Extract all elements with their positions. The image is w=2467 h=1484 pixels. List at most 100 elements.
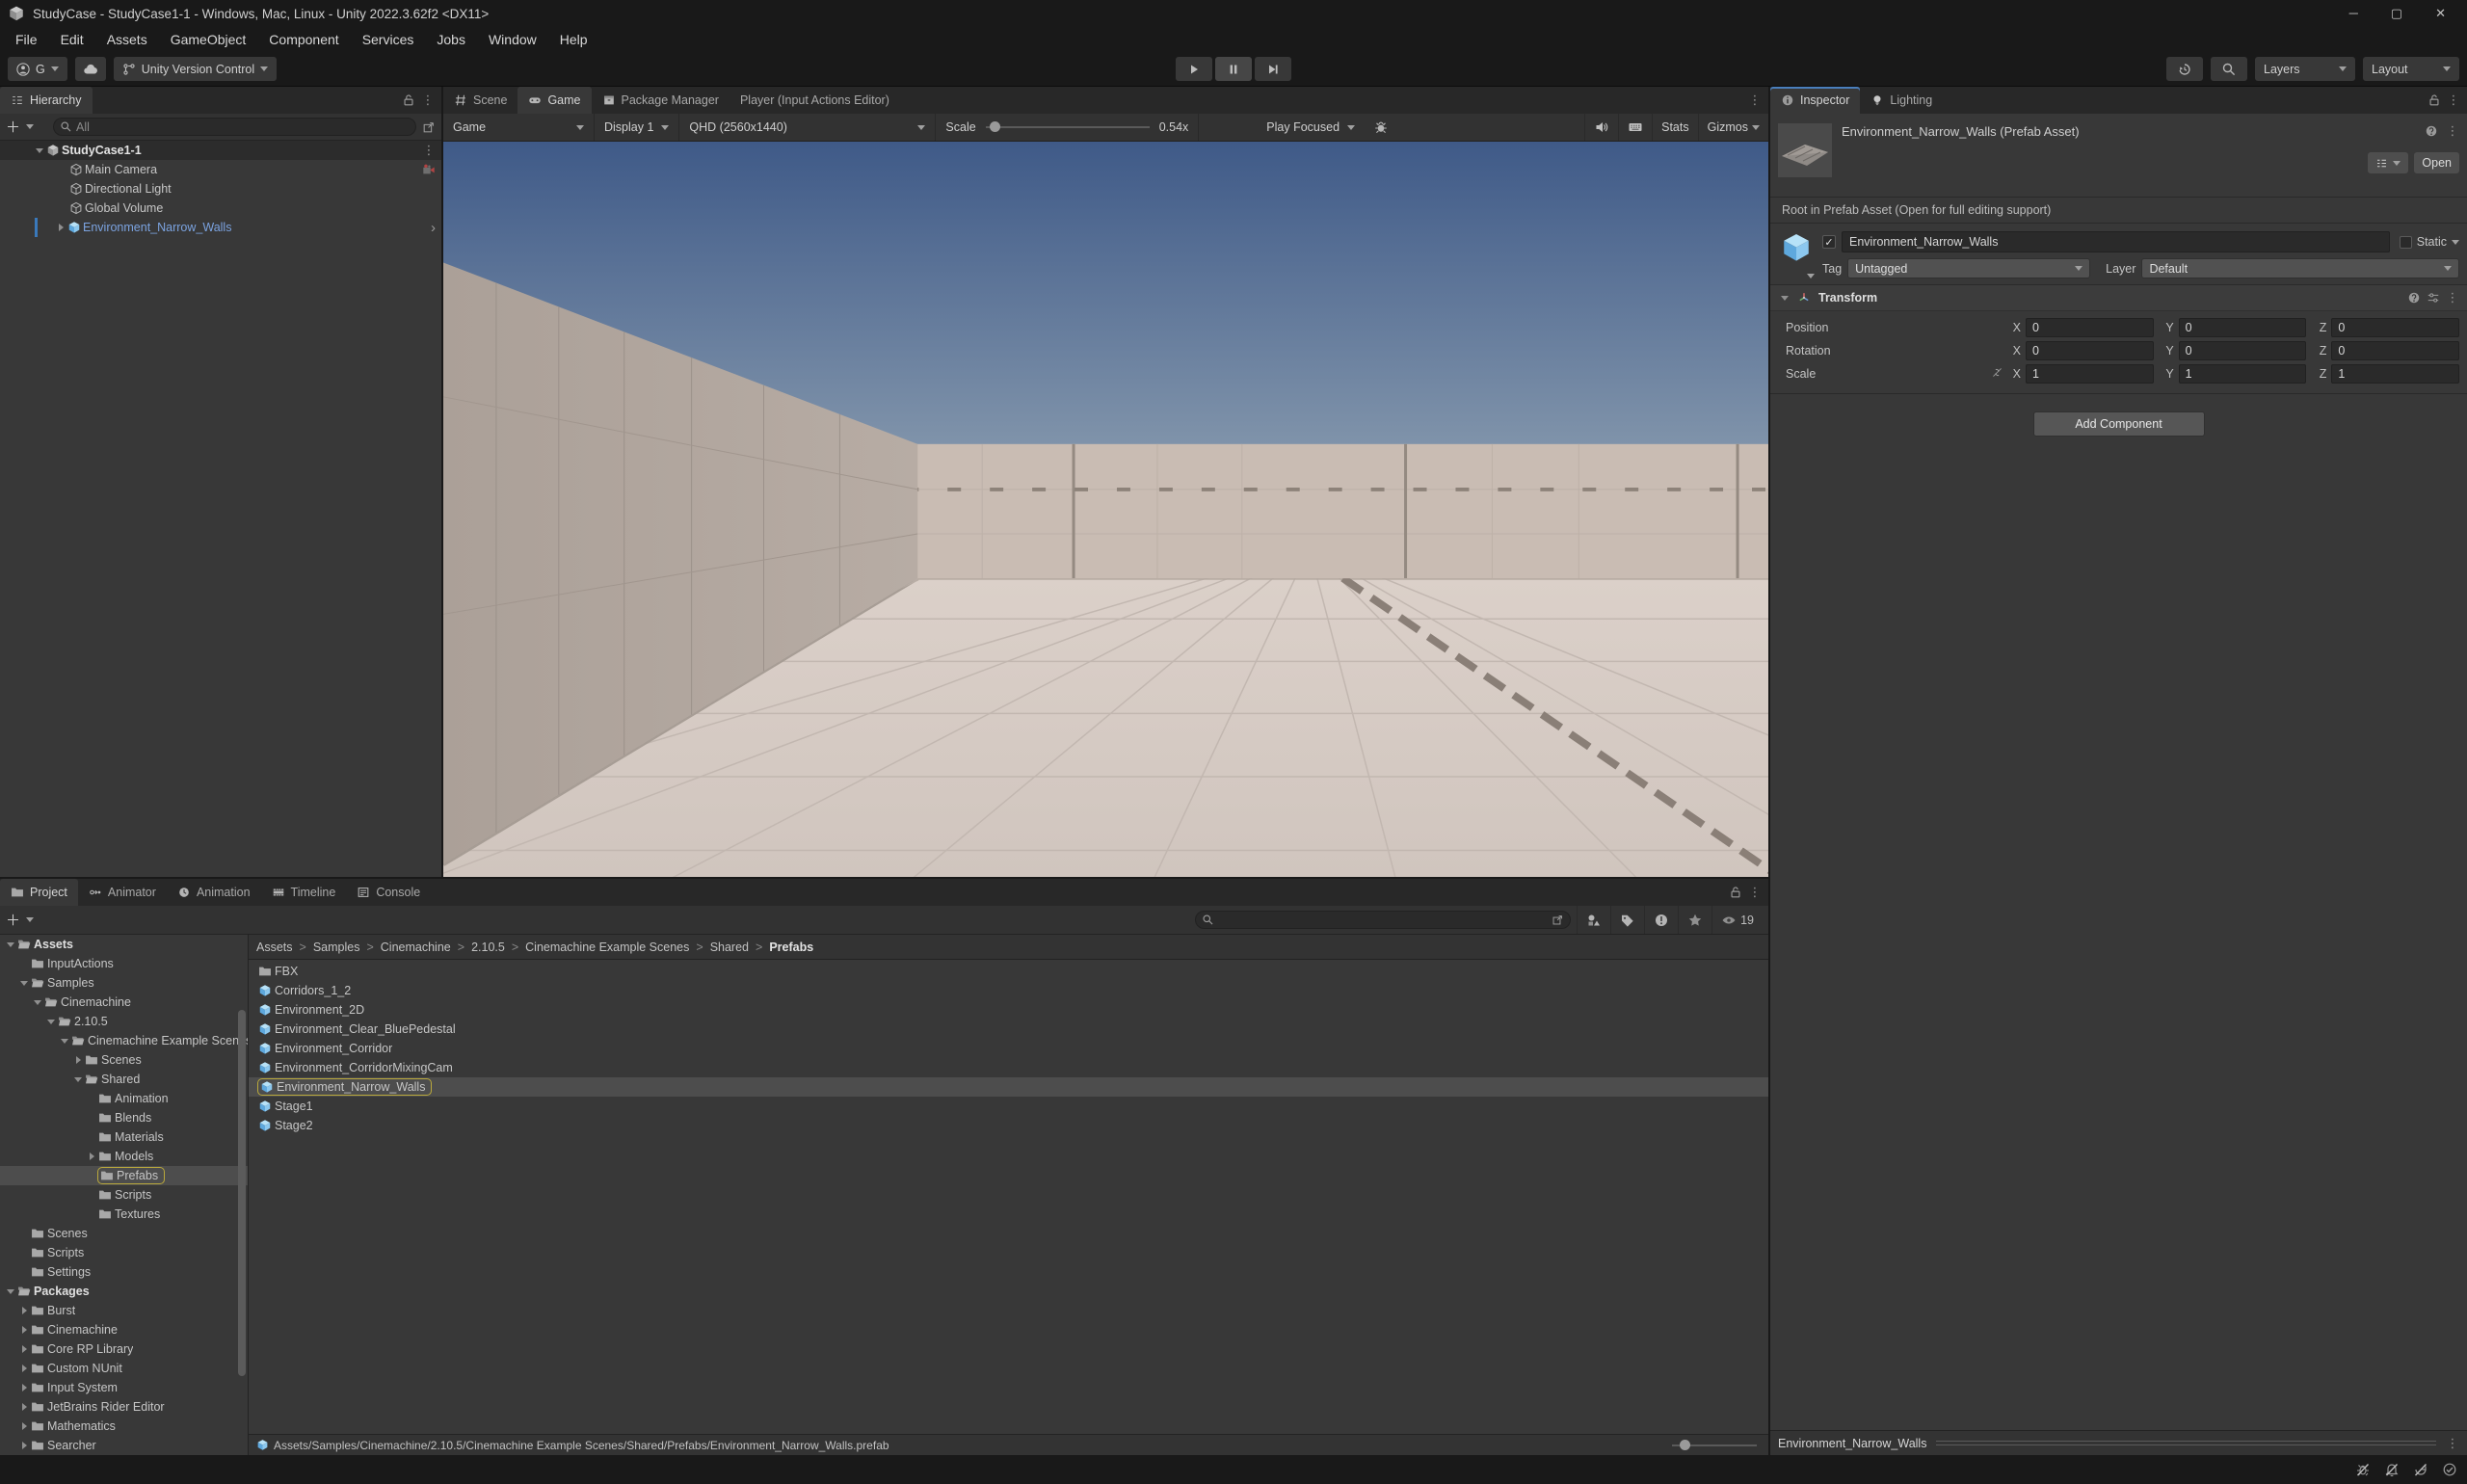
gizmos-dropdown[interactable]: Gizmos xyxy=(1698,114,1768,141)
property-label[interactable]: Rotation xyxy=(1778,344,2009,358)
open-prefab-button[interactable]: Open xyxy=(2414,152,2459,173)
status-bug-slash-icon[interactable] xyxy=(2355,1462,2371,1477)
breadcrumb-item-samples[interactable]: Samples xyxy=(313,941,360,954)
hierarchy-item-environment-narrow-walls[interactable]: Environment_Narrow_Walls› xyxy=(0,218,441,237)
game-tab-scene[interactable]: Scene xyxy=(443,87,517,114)
project-tree-item-cinemachine[interactable]: Cinemachine xyxy=(0,993,248,1012)
foldout-arrow[interactable] xyxy=(4,1285,17,1298)
breadcrumb-item-2-10-5[interactable]: 2.10.5 xyxy=(471,941,505,954)
panel-menu-icon[interactable]: ⋮ xyxy=(1748,93,1762,108)
create-asset-button[interactable]: ＋ xyxy=(6,910,20,930)
tag-dropdown[interactable]: Untagged xyxy=(1847,258,2090,278)
foldout-arrow[interactable] xyxy=(58,1034,71,1047)
project-tree-item-assets[interactable]: Assets xyxy=(0,935,248,954)
position-x-field[interactable]: 0 xyxy=(2026,318,2154,337)
maximize-button[interactable]: ▢ xyxy=(2391,6,2402,21)
breadcrumb-item-cinemachine-example-scenes[interactable]: Cinemachine Example Scenes xyxy=(525,941,689,954)
presets-icon[interactable] xyxy=(2427,291,2440,305)
popout-search-icon[interactable] xyxy=(1552,914,1564,926)
breadcrumb-item-cinemachine[interactable]: Cinemachine xyxy=(381,941,451,954)
scale-slider-track[interactable] xyxy=(986,126,1150,128)
project-tree-item-searcher[interactable]: Searcher xyxy=(0,1436,248,1455)
game-tab-game[interactable]: Game xyxy=(517,87,591,114)
thumbnail-size-knob[interactable] xyxy=(1680,1440,1690,1450)
property-label[interactable]: Position xyxy=(1778,321,2009,334)
layers-dropdown[interactable]: Layers xyxy=(2255,57,2355,81)
search-by-label-button[interactable] xyxy=(1610,906,1644,934)
close-button[interactable]: ✕ xyxy=(2435,6,2446,21)
rotation-x-field[interactable]: 0 xyxy=(2026,341,2154,360)
project-tree-item-animation[interactable]: Animation xyxy=(0,1089,248,1108)
project-tab-project[interactable]: Project xyxy=(0,879,78,906)
scale-z-field[interactable]: 1 xyxy=(2331,364,2459,384)
project-tree-item-samples[interactable]: Samples xyxy=(0,973,248,993)
status-refresh-slash-icon[interactable] xyxy=(2413,1462,2428,1477)
help-icon[interactable] xyxy=(2407,291,2421,305)
asset-item-stage1[interactable]: Stage1 xyxy=(249,1097,1768,1116)
foldout-arrow[interactable] xyxy=(71,1073,85,1086)
lock-icon[interactable] xyxy=(1729,886,1742,899)
thumbnail-size-slider[interactable] xyxy=(1672,1444,1757,1446)
open-prefab-chevron-icon[interactable]: › xyxy=(431,221,436,235)
foldout-arrow[interactable] xyxy=(85,1150,98,1163)
component-menu-icon[interactable]: ⋮ xyxy=(2446,290,2459,305)
game-tab-player-input-actions-editor[interactable]: Player (Input Actions Editor) xyxy=(729,87,900,114)
project-tab-animation[interactable]: Animation xyxy=(167,879,261,906)
layer-dropdown[interactable]: Default xyxy=(2141,258,2459,278)
project-tree-item-scenes[interactable]: Scenes xyxy=(0,1050,248,1070)
mute-audio-button[interactable] xyxy=(1584,114,1618,141)
asset-item-environment-corridormixingcam[interactable]: Environment_CorridorMixingCam xyxy=(249,1058,1768,1077)
project-tree-item-scenes[interactable]: Scenes xyxy=(0,1224,248,1243)
foldout-arrow[interactable] xyxy=(17,1323,31,1337)
status-check-circle-icon[interactable] xyxy=(2442,1462,2457,1477)
asset-item-stage2[interactable]: Stage2 xyxy=(249,1116,1768,1135)
breadcrumb-item-shared[interactable]: Shared xyxy=(710,941,749,954)
scale-slider[interactable]: Scale 0.54x xyxy=(936,114,1198,141)
visibility-toggle[interactable]: 19 xyxy=(1711,906,1763,934)
menu-edit[interactable]: Edit xyxy=(49,27,95,52)
project-tree-item-models[interactable]: Models xyxy=(0,1147,248,1166)
hierarchy-item-main-camera[interactable]: Main Camera xyxy=(0,160,441,179)
foldout-arrow[interactable] xyxy=(4,938,17,951)
inspector-tab-lighting[interactable]: Lighting xyxy=(1860,87,1943,114)
account-dropdown[interactable]: G xyxy=(8,57,67,81)
gameobject-name-field[interactable]: Environment_Narrow_Walls xyxy=(1842,231,2390,252)
stats-button[interactable]: Stats xyxy=(1652,114,1698,141)
asset-item-environment-narrow-walls[interactable]: Environment_Narrow_Walls xyxy=(249,1077,1768,1097)
search-button[interactable] xyxy=(2211,57,2247,81)
project-tree-item-custom-nunit[interactable]: Custom NUnit xyxy=(0,1359,248,1378)
menu-assets[interactable]: Assets xyxy=(95,27,159,52)
popout-search-icon[interactable] xyxy=(422,120,436,134)
project-tree-item-2-10-5[interactable]: 2.10.5 xyxy=(0,1012,248,1031)
foldout-arrow[interactable] xyxy=(54,221,67,234)
position-y-field[interactable]: 0 xyxy=(2179,318,2307,337)
breadcrumb-item-prefabs[interactable]: Prefabs xyxy=(769,941,813,954)
foldout-arrow[interactable] xyxy=(33,144,46,157)
project-tree-item-inputactions[interactable]: InputActions xyxy=(0,954,248,973)
menu-jobs[interactable]: Jobs xyxy=(425,27,477,52)
menu-gameobject[interactable]: GameObject xyxy=(159,27,258,52)
properties-list-dropdown[interactable] xyxy=(2368,152,2408,173)
asset-item-environment-2d[interactable]: Environment_2D xyxy=(249,1000,1768,1020)
chevron-down-icon[interactable] xyxy=(26,917,34,922)
panel-menu-icon[interactable]: ⋮ xyxy=(1748,885,1762,900)
chevron-down-icon[interactable] xyxy=(26,124,34,129)
project-tree-item-blends[interactable]: Blends xyxy=(0,1108,248,1127)
project-tree-item-mathematics[interactable]: Mathematics xyxy=(0,1417,248,1436)
favorites-button[interactable] xyxy=(1678,906,1711,934)
project-tree-item-input-system[interactable]: Input System xyxy=(0,1378,248,1397)
item-menu-icon[interactable]: ⋮ xyxy=(422,143,436,158)
menu-file[interactable]: File xyxy=(4,27,49,52)
foldout-arrow[interactable] xyxy=(17,1362,31,1375)
display-target-dropdown[interactable]: Game xyxy=(443,114,594,141)
foldout-arrow[interactable] xyxy=(71,1053,85,1067)
property-label[interactable]: Scale xyxy=(1778,366,2009,382)
help-icon[interactable] xyxy=(2425,124,2438,138)
menu-help[interactable]: Help xyxy=(548,27,599,52)
foldout-arrow[interactable] xyxy=(17,1342,31,1356)
preview-pane-header[interactable]: Environment_Narrow_Walls ⋮ xyxy=(1770,1430,2467,1455)
foldout-arrow[interactable] xyxy=(17,976,31,990)
menu-window[interactable]: Window xyxy=(477,27,548,52)
foldout-arrow[interactable] xyxy=(17,1419,31,1433)
lock-icon[interactable] xyxy=(2427,93,2441,107)
